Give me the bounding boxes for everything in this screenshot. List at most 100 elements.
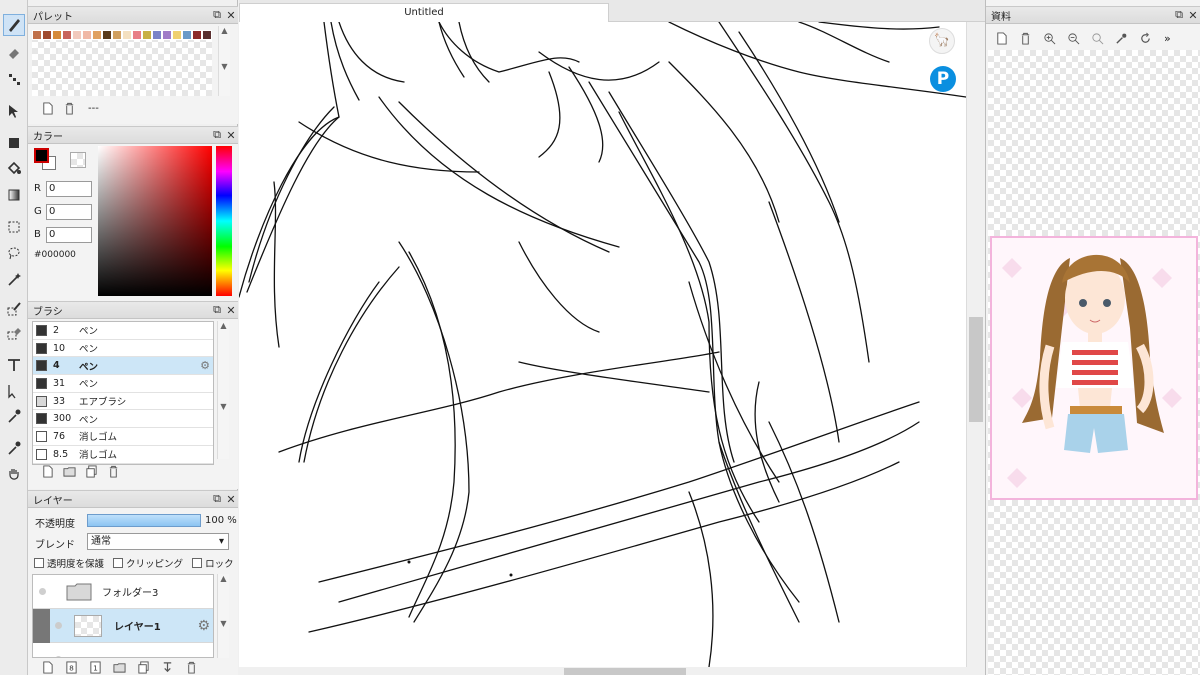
rect-fill-tool-icon[interactable] <box>3 132 25 154</box>
text-tool-icon[interactable] <box>3 354 25 376</box>
palette-area[interactable] <box>32 30 212 96</box>
merge-down-icon[interactable] <box>160 660 174 674</box>
trash-icon[interactable] <box>62 101 76 115</box>
magic-wand-tool-icon[interactable] <box>3 268 25 290</box>
rect-select-tool-icon[interactable] <box>3 216 25 238</box>
zoom-in-icon[interactable] <box>1042 31 1056 45</box>
brush-item[interactable]: 31 ペン <box>33 375 213 393</box>
palette-swatch[interactable] <box>152 30 162 40</box>
trash-icon[interactable] <box>184 660 198 674</box>
layer-scrollbar[interactable]: ▲ ▼ <box>217 574 229 658</box>
close-icon[interactable]: ✕ <box>224 129 238 142</box>
palette-swatch[interactable] <box>62 30 72 40</box>
eraser-tool-icon[interactable] <box>3 42 25 64</box>
palette-swatch[interactable] <box>132 30 142 40</box>
brush-item[interactable]: 8.5 消しゴム <box>33 446 213 464</box>
dot-tool-icon[interactable] <box>3 68 25 90</box>
undock-icon[interactable]: ⧉ <box>210 8 224 22</box>
palette-swatch[interactable] <box>92 30 102 40</box>
visibility-icon[interactable] <box>55 622 62 629</box>
zoom-out-icon[interactable] <box>1066 31 1080 45</box>
zoom-reset-icon[interactable] <box>1090 31 1104 45</box>
palette-swatch[interactable] <box>162 30 172 40</box>
palette-swatch[interactable] <box>32 30 42 40</box>
canvas-horizontal-scrollbar[interactable] <box>239 667 966 675</box>
tab-untitled[interactable]: Untitled <box>239 3 609 22</box>
clipping-checkbox[interactable] <box>113 558 124 568</box>
brush-item[interactable]: 76 消しゴム <box>33 428 213 446</box>
brush-item[interactable]: 2 ペン <box>33 322 213 340</box>
new-1bit-layer-icon[interactable]: 1 <box>88 660 102 674</box>
more-icon[interactable]: » <box>1164 32 1171 45</box>
protect-alpha-checkbox[interactable] <box>34 558 44 568</box>
new-folder-icon[interactable] <box>112 660 126 674</box>
new-swatch-icon[interactable] <box>40 101 54 115</box>
palette-scrollbar[interactable]: ▲ ▼ <box>218 26 230 96</box>
palette-swatch[interactable] <box>82 30 92 40</box>
brush-item[interactable]: 33 エアブラシ <box>33 393 213 411</box>
folder-icon[interactable] <box>62 464 76 478</box>
brush-item[interactable]: 4 ペン ⚙ <box>33 357 213 376</box>
select-eraser-tool-icon[interactable] <box>3 322 25 344</box>
saturation-value-picker[interactable] <box>98 146 212 296</box>
lasso-tool-icon[interactable] <box>3 242 25 264</box>
palette-swatch[interactable] <box>192 30 202 40</box>
visibility-icon[interactable] <box>55 656 62 657</box>
palette-swatch[interactable] <box>202 30 212 40</box>
palette-swatch[interactable] <box>42 30 52 40</box>
undock-icon[interactable]: ⧉ <box>210 303 224 317</box>
layer-row-partial[interactable] <box>33 643 213 657</box>
undock-icon[interactable]: ⧉ <box>210 492 224 506</box>
lock-checkbox[interactable] <box>192 558 203 568</box>
close-icon[interactable]: ✕ <box>224 304 238 317</box>
trash-icon[interactable] <box>106 464 120 478</box>
palette-swatch[interactable] <box>182 30 192 40</box>
transparent-color-swatch[interactable] <box>70 152 86 168</box>
scroll-thumb[interactable] <box>969 317 983 422</box>
brush-scrollbar[interactable]: ▲ ▼ <box>217 321 229 459</box>
gradient-tool-icon[interactable] <box>3 184 25 206</box>
drawing-canvas[interactable]: 🦙 P <box>239 22 966 667</box>
visibility-icon[interactable] <box>39 588 46 595</box>
g-input[interactable]: 0 <box>46 204 92 220</box>
brush-item[interactable]: 300 ペン <box>33 410 213 429</box>
palette-swatch[interactable] <box>52 30 62 40</box>
blend-select[interactable]: 通常 ▾ <box>87 533 229 550</box>
new-reference-icon[interactable] <box>994 31 1008 45</box>
palette-swatch[interactable] <box>142 30 152 40</box>
rotate-icon[interactable] <box>1138 31 1152 45</box>
close-icon[interactable]: ✕ <box>224 493 238 506</box>
close-icon[interactable]: ✕ <box>224 9 238 22</box>
undock-icon[interactable]: ⧉ <box>210 128 224 142</box>
hue-slider[interactable] <box>216 146 232 296</box>
bucket-tool-icon[interactable] <box>3 157 25 179</box>
gear-icon[interactable]: ⚙ <box>200 359 210 372</box>
layer-row-selected[interactable]: レイヤー1 ⚙ <box>33 609 213 643</box>
opacity-slider[interactable] <box>87 514 201 527</box>
r-input[interactable]: 0 <box>46 181 92 197</box>
move-tool-icon[interactable] <box>3 100 25 122</box>
palette-swatch[interactable] <box>122 30 132 40</box>
palette-swatch[interactable] <box>72 30 82 40</box>
duplicate-layer-icon[interactable] <box>136 660 150 674</box>
pen-tool-icon[interactable] <box>3 14 25 36</box>
brush-item[interactable]: 10 ペン <box>33 340 213 358</box>
palette-swatch[interactable] <box>172 30 182 40</box>
palette-swatch[interactable] <box>102 30 112 40</box>
layer-row-folder[interactable]: フォルダー3 <box>33 575 213 609</box>
undock-icon[interactable]: ⧉ <box>1172 8 1186 22</box>
b-input[interactable]: 0 <box>46 227 92 243</box>
new-layer-icon[interactable] <box>40 660 54 674</box>
canvas-vertical-scrollbar[interactable] <box>966 22 984 667</box>
palette-swatch[interactable] <box>112 30 122 40</box>
hand-tool-icon[interactable] <box>3 463 25 485</box>
new-brush-icon[interactable] <box>40 464 54 478</box>
eyedropper-icon[interactable] <box>1114 31 1128 45</box>
operation-tool-icon[interactable] <box>3 380 25 402</box>
alpaca-icon[interactable]: 🦙 <box>929 28 955 54</box>
reference-image[interactable] <box>990 236 1198 500</box>
duplicate-icon[interactable] <box>84 464 98 478</box>
trash-icon[interactable] <box>1018 31 1032 45</box>
close-icon[interactable]: ✕ <box>1186 9 1200 22</box>
color-picker-tool-icon[interactable] <box>3 437 25 459</box>
